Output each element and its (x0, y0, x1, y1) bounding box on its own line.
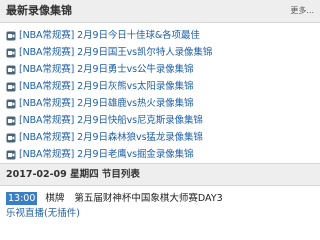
video-camera-icon (6, 82, 16, 92)
recording-link[interactable]: [NBA常规赛] 2月9日国王vs凯尔特人录像集锦 (19, 47, 212, 59)
program-time-badge: 13:00 (6, 191, 38, 205)
video-camera-icon (6, 150, 16, 160)
live-stream-link[interactable]: 乐视直播(无插件) (6, 207, 80, 220)
list-item[interactable]: [NBA常规赛] 2月9日今日十佳球&各项最佳 (6, 27, 200, 45)
list-item[interactable]: [NBA常规赛] 2月9日国王vs凯尔特人录像集锦 (6, 44, 212, 62)
list-item[interactable]: [NBA常规赛] 2月9日雄鹿vs热火录像集锦 (6, 95, 194, 113)
list-item[interactable]: [NBA常规赛] 2月9日老鹰vs掘金录像集锦 (6, 146, 194, 164)
recording-link[interactable]: [NBA常规赛] 2月9日雄鹿vs热火录像集锦 (19, 98, 194, 110)
recording-link[interactable]: [NBA常规赛] 2月9日老鹰vs掘金录像集锦 (19, 149, 194, 161)
more-link[interactable]: 更多... (290, 5, 314, 17)
list-item[interactable]: [NBA常规赛] 2月9日灰熊vs太阳录像集锦 (6, 78, 194, 96)
recording-link[interactable]: [NBA常规赛] 2月9日灰熊vs太阳录像集锦 (19, 81, 194, 93)
recordings-header: 最新录像集锦 更多... (0, 0, 320, 23)
list-item[interactable]: [NBA常规赛] 2月9日快船vs尼克斯录像集锦 (6, 112, 203, 130)
recording-link[interactable]: [NBA常规赛] 2月9日勇士vs公牛录像集锦 (19, 64, 194, 76)
recording-link[interactable]: [NBA常规赛] 2月9日森林狼vs猛龙录像集锦 (19, 132, 203, 144)
list-item[interactable]: [NBA常规赛] 2月9日勇士vs公牛录像集锦 (6, 61, 194, 79)
recordings-title: 最新录像集锦 (6, 4, 72, 17)
schedule-header: 2017-02-09 星期四 节目列表 (0, 163, 320, 186)
program-category: 棋牌 (45, 192, 65, 204)
list-item[interactable]: [NBA常规赛] 2月9日森林狼vs猛龙录像集锦 (6, 129, 203, 147)
video-camera-icon (6, 116, 16, 126)
program-title: 第五届财神杯中国象棋大师赛DAY3 (74, 192, 223, 204)
schedule-title: 2017-02-09 星期四 节目列表 (6, 169, 140, 180)
recording-link[interactable]: [NBA常规赛] 2月9日快船vs尼克斯录像集锦 (19, 115, 203, 127)
video-camera-icon (6, 133, 16, 143)
video-camera-icon (6, 99, 16, 109)
program-row: 13:00 棋牌 第五届财神杯中国象棋大师赛DAY3 (6, 191, 223, 205)
video-camera-icon (6, 31, 16, 41)
video-camera-icon (6, 65, 16, 75)
recording-link[interactable]: [NBA常规赛] 2月9日今日十佳球&各项最佳 (19, 30, 200, 42)
video-camera-icon (6, 48, 16, 58)
